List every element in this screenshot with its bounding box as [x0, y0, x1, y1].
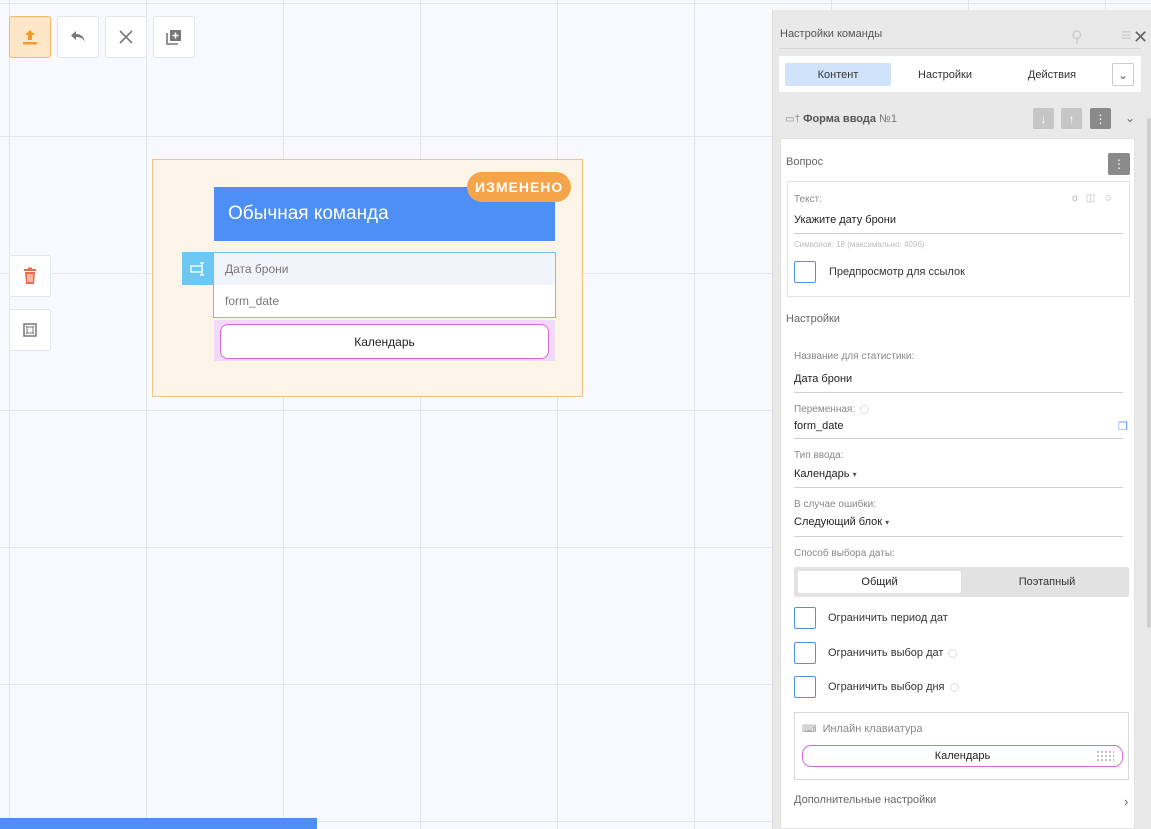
form-element-number: №1: [879, 113, 897, 125]
more-settings-link[interactable]: Дополнительные настройки: [794, 794, 936, 806]
text-label: Текст:: [794, 194, 822, 205]
inline-keyboard-label: Инлайн клавиатура: [822, 723, 923, 735]
form-input-icon: [182, 252, 213, 285]
caret-down-icon: ▾: [885, 518, 890, 527]
help-icon[interactable]: [860, 404, 870, 414]
date-method-segmented: Общий Поэтапный: [794, 567, 1129, 597]
settings-section-title: Настройки: [786, 313, 840, 325]
horizontal-scrollbar[interactable]: [0, 818, 317, 829]
form-element-header: ▭† Форма ввода №1: [785, 113, 897, 125]
text-format-icons[interactable]: α◫☺: [1072, 193, 1121, 204]
frame-button[interactable]: [9, 309, 51, 351]
limit-period-checkbox[interactable]: [794, 607, 816, 629]
help-icon[interactable]: [949, 682, 959, 692]
panel-title: Настройки команды: [780, 28, 883, 40]
frame-icon: [23, 323, 37, 337]
publish-button[interactable]: [9, 16, 51, 58]
inline-keyboard-header: ⌨ Инлайн клавиатура: [802, 723, 922, 735]
command-settings-panel: Настройки команды ⚲ ≡ ✕ Контент Настройк…: [772, 10, 1151, 829]
upload-icon: [23, 30, 37, 45]
question-text-input[interactable]: Укажите дату брони: [794, 214, 896, 226]
tab-actions[interactable]: Действия: [999, 63, 1105, 86]
trash-icon: [24, 267, 36, 284]
form-input-element[interactable]: Дата брони form_date: [213, 252, 556, 318]
question-text-box: Текст: α◫☺ Укажите дату брони Символов: …: [787, 181, 1130, 297]
close-icon[interactable]: ✕: [1133, 27, 1148, 48]
limit-dates-text: Ограничить выбор дат: [828, 647, 944, 659]
question-section-title: Вопрос: [786, 156, 824, 168]
limit-day-checkbox[interactable]: [794, 676, 816, 698]
input-type-select[interactable]: Календарь ▾: [794, 468, 857, 480]
chevron-right-icon[interactable]: ›: [1124, 794, 1128, 809]
move-up-button[interactable]: ↑: [1061, 108, 1082, 129]
stat-name-underline: [794, 392, 1123, 393]
panel-divider: [779, 48, 1141, 49]
on-error-value: Следующий блок: [794, 516, 883, 528]
on-error-underline: [794, 536, 1123, 537]
undo-icon: [71, 31, 85, 42]
close-button[interactable]: [105, 16, 147, 58]
inline-keyboard-button-label: Календарь: [934, 750, 991, 762]
input-type-underline: [794, 487, 1123, 488]
more-vertical-icon: ⋮: [1113, 157, 1125, 171]
date-method-label: Способ выбора даты:: [794, 548, 895, 559]
changed-badge: ИЗМЕНЕНО: [467, 172, 572, 202]
stat-name-label: Название для статистики:: [794, 351, 915, 362]
close-icon: [119, 30, 133, 44]
limit-day-text: Ограничить выбор дня: [828, 681, 945, 693]
panel-scrollbar[interactable]: [1147, 118, 1151, 628]
link-preview-label: Предпросмотр для ссылок: [829, 266, 965, 278]
delete-button[interactable]: [9, 255, 51, 297]
move-down-button[interactable]: ↓: [1033, 108, 1054, 129]
drag-handle-icon[interactable]: [1096, 750, 1114, 762]
arrow-up-icon: ↑: [1068, 111, 1075, 126]
text-underline: [794, 233, 1123, 234]
form-variable: form_date: [225, 294, 280, 308]
tabs-dropdown-button[interactable]: ⌄: [1112, 63, 1134, 86]
limit-day-label: Ограничить выбор дня: [828, 681, 959, 693]
inline-keyboard-box: ⌨ Инлайн клавиатура Календарь: [794, 712, 1129, 780]
panel-tabs: Контент Настройки Действия ⌄: [779, 56, 1141, 92]
collapse-chevron-icon[interactable]: ⌄: [1125, 111, 1135, 125]
add-block-button[interactable]: [153, 16, 195, 58]
date-method-common[interactable]: Общий: [798, 571, 961, 593]
form-label: Дата брони: [214, 253, 555, 285]
menu-icon: ≡: [1121, 25, 1132, 45]
undo-button[interactable]: [57, 16, 99, 58]
add-block-icon: [166, 30, 181, 45]
limit-period-label: Ограничить период дат: [828, 612, 948, 624]
date-method-stepwise[interactable]: Поэтапный: [969, 571, 1125, 593]
chevron-down-icon: ⌄: [1117, 67, 1129, 82]
tab-settings[interactable]: Настройки: [892, 63, 998, 86]
variable-label-text: Переменная:: [794, 404, 856, 415]
copy-icon[interactable]: ❐: [1118, 420, 1128, 433]
input-type-label: Тип ввода:: [794, 450, 844, 461]
limit-dates-checkbox[interactable]: [794, 642, 816, 664]
limit-dates-label: Ограничить выбор дат: [828, 647, 958, 659]
form-settings-card: Вопрос ⋮ Текст: α◫☺ Укажите дату брони С…: [780, 138, 1135, 829]
on-error-label: В случае ошибки:: [794, 499, 877, 510]
link-preview-checkbox[interactable]: [794, 261, 816, 283]
arrow-down-icon: ↓: [1040, 111, 1047, 126]
element-menu-button[interactable]: ⋮: [1090, 108, 1111, 129]
chars-counter: Символов: 18 (максимально: 4096): [794, 240, 925, 249]
canvas-top-divider: [0, 3, 1151, 4]
calendar-keyboard-button[interactable]: Календарь: [220, 324, 549, 359]
caret-down-icon: ▾: [852, 470, 857, 479]
tab-content[interactable]: Контент: [785, 63, 891, 86]
input-type-value: Календарь: [794, 468, 850, 480]
form-element-title: Форма ввода: [803, 113, 876, 125]
more-vertical-icon: ⋮: [1094, 111, 1107, 126]
variable-label: Переменная:: [794, 404, 870, 415]
search-icon: ⚲: [1071, 29, 1083, 46]
variable-input[interactable]: form_date: [794, 420, 844, 432]
question-menu-button[interactable]: ⋮: [1108, 153, 1130, 175]
stat-name-input[interactable]: Дата брони: [794, 373, 852, 385]
help-icon[interactable]: [948, 648, 958, 658]
on-error-select[interactable]: Следующий блок ▾: [794, 516, 889, 528]
keyboard-icon: ⌨: [802, 724, 817, 735]
variable-underline: [794, 438, 1123, 439]
form-input-icon: ▭†: [785, 114, 801, 125]
inline-keyboard-calendar-button[interactable]: Календарь: [802, 745, 1123, 767]
